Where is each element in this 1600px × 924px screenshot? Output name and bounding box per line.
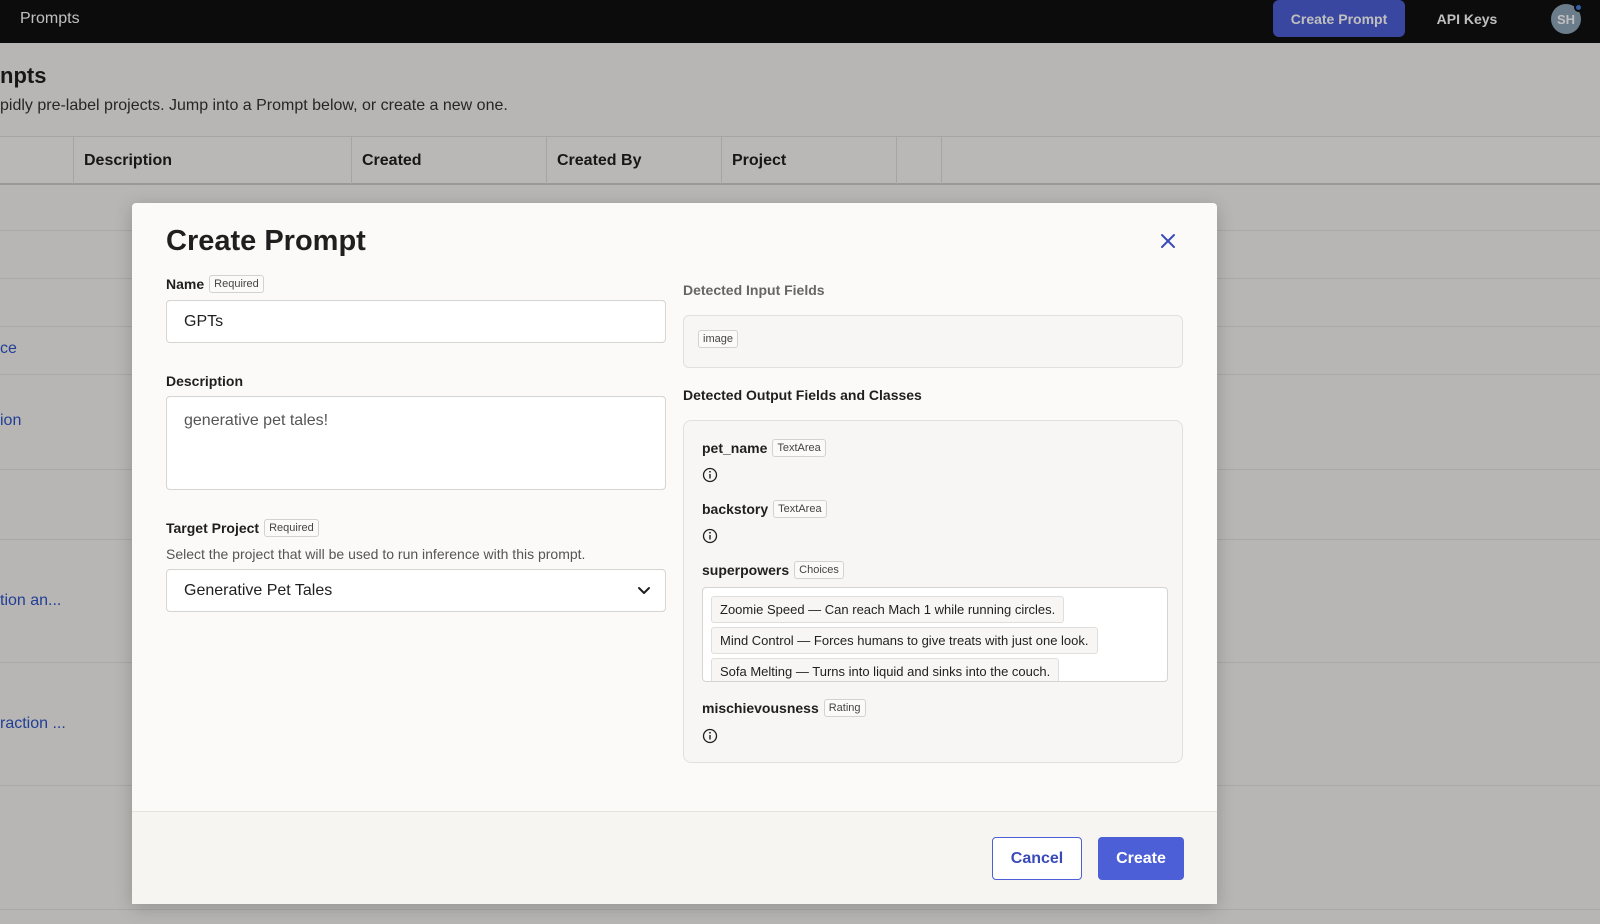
choices-list[interactable]: Zoomie Speed — Can reach Mach 1 while ru… — [702, 587, 1168, 682]
output-field-mischievousness: mischievousness Rating — [702, 699, 866, 717]
name-label: Name Required — [166, 275, 264, 293]
detected-input-box: image — [683, 315, 1183, 368]
detected-input-label: Detected Input Fields — [683, 282, 825, 298]
name-input[interactable] — [166, 300, 666, 343]
output-field-superpowers: superpowers Choices — [702, 561, 844, 579]
target-project-label-text: Target Project — [166, 520, 260, 536]
output-field-pet-name: pet_name TextArea — [702, 439, 826, 457]
choice-item: Sofa Melting — Turns into liquid and sin… — [711, 658, 1060, 681]
output-field-type: Choices — [794, 561, 844, 579]
description-label-text: Description — [166, 373, 244, 389]
detected-output-box: pet_name TextArea backstory TextArea sup… — [683, 420, 1183, 763]
info-icon[interactable] — [702, 528, 718, 544]
input-field-tag: image — [698, 330, 738, 348]
target-project-help: Select the project that will be used to … — [166, 546, 586, 562]
close-icon — [1161, 234, 1175, 248]
description-input[interactable]: generative pet tales! — [166, 396, 666, 490]
output-field-name: mischievousness — [702, 700, 819, 716]
dialog-title: Create Prompt — [166, 225, 366, 257]
choice-item: Mind Control — Forces humans to give tre… — [711, 627, 1098, 654]
target-project-label: Target Project Required — [166, 519, 319, 537]
dialog-footer: Cancel Create — [132, 811, 1217, 904]
output-field-name: pet_name — [702, 440, 768, 456]
chevron-down-icon — [638, 587, 650, 594]
close-button[interactable] — [1156, 229, 1180, 253]
create-prompt-dialog: Create Prompt Name Required Description … — [132, 203, 1217, 904]
required-badge: Required — [264, 519, 319, 537]
cancel-button[interactable]: Cancel — [992, 837, 1082, 880]
choice-item: Zoomie Speed — Can reach Mach 1 while ru… — [711, 596, 1065, 623]
output-field-name: superpowers — [702, 562, 790, 578]
info-icon[interactable] — [702, 728, 718, 744]
description-label: Description — [166, 373, 243, 389]
info-icon[interactable] — [702, 467, 718, 483]
create-button[interactable]: Create — [1098, 837, 1184, 880]
target-project-value: Generative Pet Tales — [184, 581, 333, 599]
output-field-type: Rating — [823, 699, 866, 717]
output-field-backstory: backstory TextArea — [702, 500, 827, 518]
output-field-name: backstory — [702, 501, 769, 517]
detected-output-label: Detected Output Fields and Classes — [683, 387, 922, 403]
output-field-type: TextArea — [773, 500, 827, 518]
required-badge: Required — [209, 275, 264, 293]
target-project-select[interactable]: Generative Pet Tales — [166, 569, 666, 612]
output-field-type: TextArea — [772, 439, 826, 457]
name-label-text: Name — [166, 276, 205, 292]
